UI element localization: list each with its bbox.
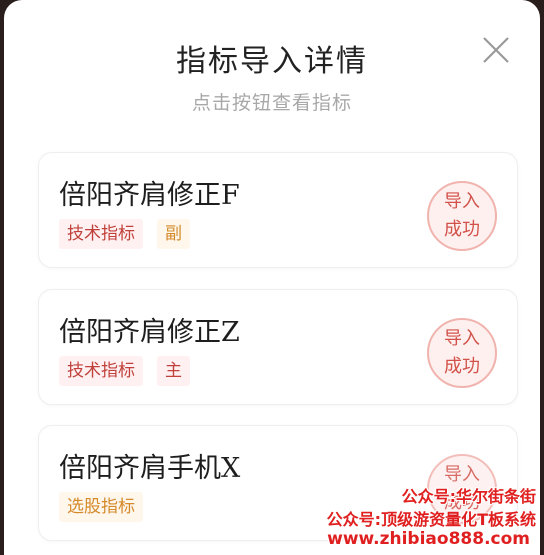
watermark-line-2: 公众号:顶级游资量化T板系统 xyxy=(326,510,536,529)
stamp-line-1: 导入 xyxy=(444,328,480,349)
indicator-card[interactable]: 倍阳齐肩修正Z 技术指标 主 导入 成功 xyxy=(38,289,518,405)
indicator-name: 倍阳齐肩修正F xyxy=(59,180,240,211)
tag-indicator-type: 技术指标 xyxy=(59,356,143,386)
import-success-stamp: 导入 成功 xyxy=(427,181,497,251)
import-success-stamp: 导入 成功 xyxy=(427,318,497,388)
tag-indicator-role: 副 xyxy=(157,219,190,249)
watermark-line-3: www.zhibiao888.com xyxy=(327,529,530,549)
indicator-name: 倍阳齐肩手机X xyxy=(59,453,241,484)
stamp-line-1: 导入 xyxy=(444,191,480,212)
indicator-name: 倍阳齐肩修正Z xyxy=(59,317,240,348)
import-details-dialog: 指标导入详情 点击按钮查看指标 倍阳齐肩修正F 技术指标 副 导入 成功 倍阳齐… xyxy=(4,0,540,555)
tag-indicator-type: 技术指标 xyxy=(59,219,143,249)
stamp-line-2: 成功 xyxy=(444,356,480,377)
watermark-line-1: 公众号:华尔街条街 xyxy=(401,487,536,506)
indicator-card[interactable]: 倍阳齐肩修正F 技术指标 副 导入 成功 xyxy=(38,152,518,268)
close-icon xyxy=(483,37,509,63)
dialog-title: 指标导入详情 xyxy=(176,44,368,79)
close-button[interactable] xyxy=(478,32,514,68)
tag-indicator-type: 选股指标 xyxy=(59,492,143,522)
tag-indicator-role: 主 xyxy=(157,356,190,386)
stamp-line-2: 成功 xyxy=(444,219,480,240)
dialog-subtitle: 点击按钮查看指标 xyxy=(191,92,352,114)
